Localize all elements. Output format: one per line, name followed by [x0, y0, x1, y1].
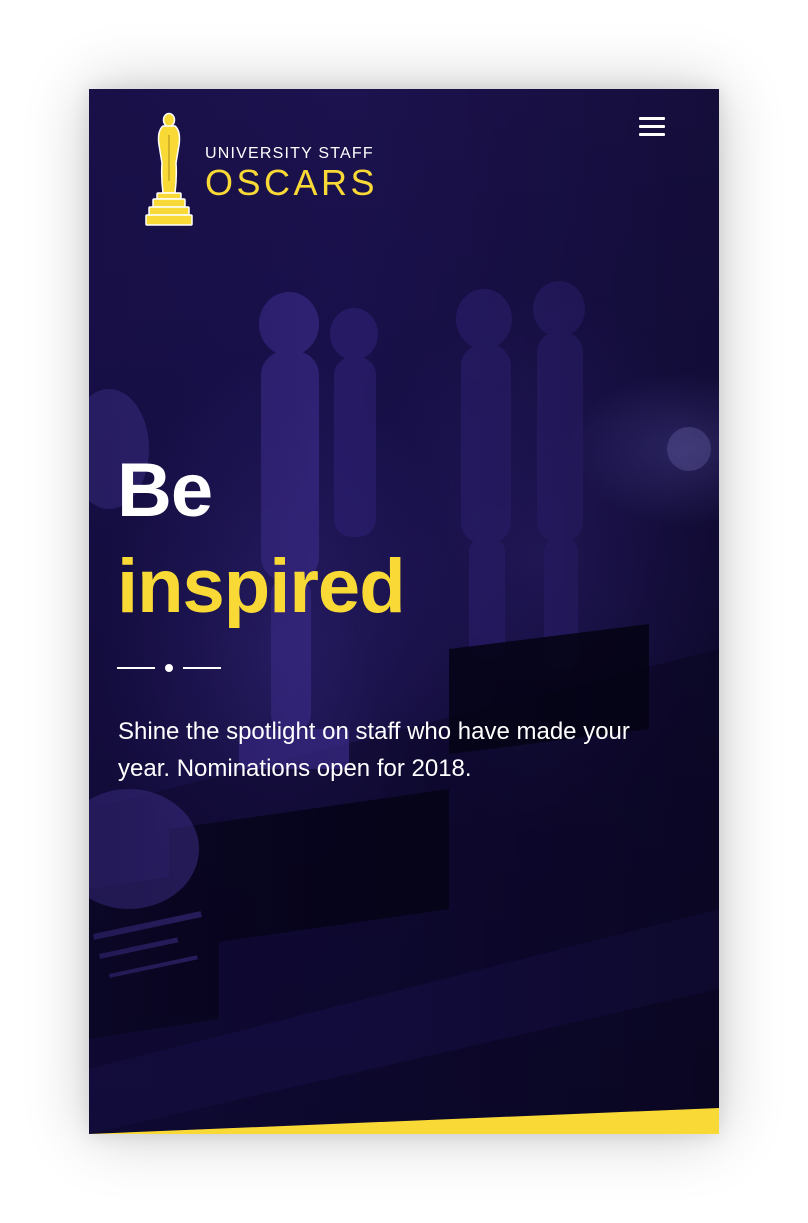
menu-bar-top	[639, 117, 665, 120]
headline-line-1: Be	[117, 448, 213, 533]
hamburger-menu-icon[interactable]	[639, 117, 665, 137]
divider-line-right	[183, 667, 221, 669]
logo-text: UNIVERSITY STAFF OSCARS	[205, 145, 378, 203]
hero-divider	[117, 663, 223, 673]
site-logo[interactable]: UNIVERSITY STAFF OSCARS	[143, 111, 378, 227]
bottom-accent-stripe	[89, 1108, 719, 1134]
mobile-screen: UNIVERSITY STAFF OSCARS Be inspired Shin…	[89, 89, 719, 1134]
headline-line-2: inspired	[117, 544, 406, 629]
logo-title: OSCARS	[205, 162, 379, 203]
hero-headline: Be inspired	[117, 443, 406, 635]
hero-tagline: Shine the spotlight on staff who have ma…	[118, 718, 630, 782]
logo-subtitle: UNIVERSITY STAFF	[205, 145, 374, 162]
divider-line-left	[117, 667, 155, 669]
menu-bar-middle	[639, 125, 665, 128]
oscar-statuette-icon	[145, 112, 193, 226]
menu-bar-bottom	[639, 133, 665, 136]
divider-dot	[165, 664, 173, 672]
